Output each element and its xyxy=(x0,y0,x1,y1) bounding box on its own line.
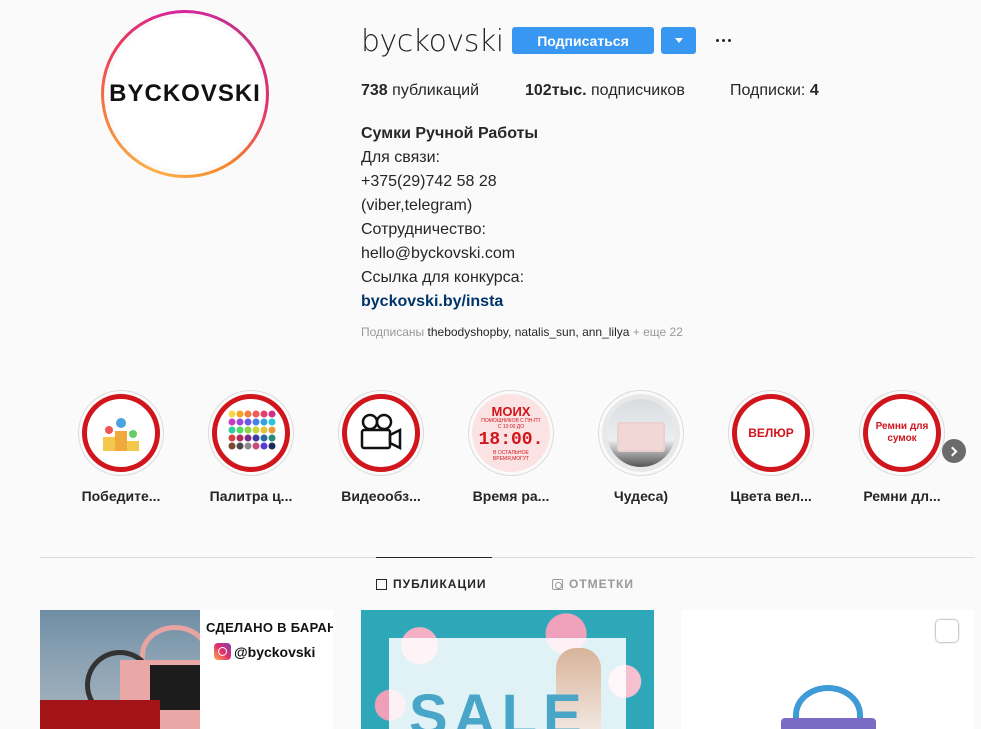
highlight-label: Победите... xyxy=(81,488,161,504)
highlight-item[interactable]: ВЕЛЮР Цвета вел... xyxy=(721,390,821,504)
posts-count: 738 xyxy=(361,82,388,99)
profile-bio: Сумки Ручной Работы Для связи: +375(29)7… xyxy=(361,122,538,314)
bag-photo-image xyxy=(602,394,680,472)
bio-line: Ссылка для конкурса: xyxy=(361,269,525,286)
more-options-button[interactable] xyxy=(713,30,733,50)
post-thumbnail[interactable]: SALE xyxy=(361,610,654,729)
follow-button[interactable]: Подписаться xyxy=(512,27,654,54)
highlight-item[interactable]: МОИХ ПОМОЩНИКОВ С ПН-ПТ С 10:00 ДО 18:00… xyxy=(461,390,561,504)
tab-posts[interactable]: ПУБЛИКАЦИИ xyxy=(376,577,486,591)
followed-by[interactable]: Подписаны thebodyshopby, natalis_sun, an… xyxy=(361,325,683,339)
schedule-time: 18:00. xyxy=(478,429,544,450)
highlight-label: Ремни дл... xyxy=(863,488,941,504)
dot-icon xyxy=(721,38,725,42)
followed-by-users[interactable]: thebodyshopby, natalis_sun, ann_lilya xyxy=(428,325,630,339)
profile-avatar[interactable]: BYCKOVSKI xyxy=(101,10,269,178)
following-stat[interactable]: Подписки: 4 xyxy=(730,82,819,100)
post-thumbnail[interactable] xyxy=(681,610,974,729)
full-name: Сумки Ручной Работы xyxy=(361,125,539,142)
tab-tagged-label: ОТМЕТКИ xyxy=(569,577,634,591)
straps-image: Ремни для сумок xyxy=(863,394,941,472)
bio-line: Для связи: xyxy=(361,149,440,166)
active-tab-indicator xyxy=(376,557,492,558)
highlight-item[interactable]: Победите... xyxy=(71,390,171,504)
avatar-logo-text: BYCKOVSKI xyxy=(108,17,262,171)
podium-image xyxy=(82,394,160,472)
followed-by-more: + еще 22 xyxy=(632,325,683,339)
post-handle-text: @byckovski xyxy=(234,644,316,660)
highlight-item[interactable]: Палитра ц... xyxy=(201,390,301,504)
dot-icon xyxy=(715,38,719,42)
carousel-icon xyxy=(933,620,958,650)
bio-line: hello@byckovski.com xyxy=(361,245,516,262)
tab-posts-label: ПУБЛИКАЦИИ xyxy=(393,577,487,591)
schedule-cover-small: ПОМОЩНИКОВ С ПН-ПТ С 10:00 ДО xyxy=(481,417,541,430)
tab-tagged[interactable]: ОТМЕТКИ xyxy=(552,577,634,591)
bio-line: (viber,telegram) xyxy=(361,197,473,214)
followers-stat[interactable]: 102тыс. подписчиков xyxy=(525,82,685,100)
posts-stat: 738 публикаций xyxy=(361,82,479,100)
followed-by-prefix: Подписаны xyxy=(361,325,425,339)
chevron-down-icon xyxy=(674,38,683,43)
bio-link[interactable]: byckovski.by/insta xyxy=(361,290,538,314)
tabs-divider xyxy=(40,557,975,558)
video-camera-icon xyxy=(342,394,420,472)
schedule-cover-top: МОИХ xyxy=(491,403,531,419)
suggested-accounts-button[interactable] xyxy=(661,27,696,54)
highlight-label: Палитра ц... xyxy=(209,488,293,504)
bag-image xyxy=(781,718,876,729)
following-count: 4 xyxy=(809,82,819,99)
highlight-label: Чудеса) xyxy=(613,488,669,504)
schedule-cover-bottom: В ОСТАЛЬНОЕ ВРЕМЯ,МОГУТ xyxy=(492,449,530,462)
post-banner-text: СДЕЛАНО В БАРАНОВ xyxy=(206,620,333,635)
posts-label: публикаций xyxy=(392,82,480,99)
tagged-icon xyxy=(552,578,563,590)
following-label: Подписки: xyxy=(730,82,806,99)
highlight-label: Цвета вел... xyxy=(730,488,812,504)
velour-image: ВЕЛЮР xyxy=(732,394,810,472)
bio-line: Сотрудничество: xyxy=(361,221,486,238)
velour-text: ВЕЛЮР xyxy=(748,426,794,440)
schedule-image: МОИХ ПОМОЩНИКОВ С ПН-ПТ С 10:00 ДО 18:00… xyxy=(472,394,550,472)
followers-count: 102тыс. xyxy=(525,82,587,99)
highlight-item[interactable]: Видеообз... xyxy=(331,390,431,504)
color-palette-image xyxy=(212,394,290,472)
sale-text: SALE xyxy=(409,683,588,729)
dot-icon xyxy=(727,38,731,42)
chevron-right-icon xyxy=(947,446,958,456)
highlight-item[interactable]: Ремни для сумок Ремни дл... xyxy=(852,390,952,504)
post-thumbnail[interactable]: СДЕЛАНО В БАРАНОВ @byckovski xyxy=(40,610,333,729)
instagram-icon xyxy=(214,643,231,660)
profile-username: byckovski xyxy=(361,24,504,59)
straps-text: Ремни для сумок xyxy=(875,421,929,444)
highlight-label: Видеообз... xyxy=(341,488,421,504)
followers-label: подписчиков xyxy=(591,82,685,99)
highlights-next-button[interactable] xyxy=(942,439,966,463)
bio-line: +375(29)742 58 28 xyxy=(361,173,497,190)
highlight-label: Время ра... xyxy=(472,488,550,504)
highlight-item[interactable]: Чудеса) xyxy=(591,390,691,504)
grid-icon xyxy=(376,578,387,590)
